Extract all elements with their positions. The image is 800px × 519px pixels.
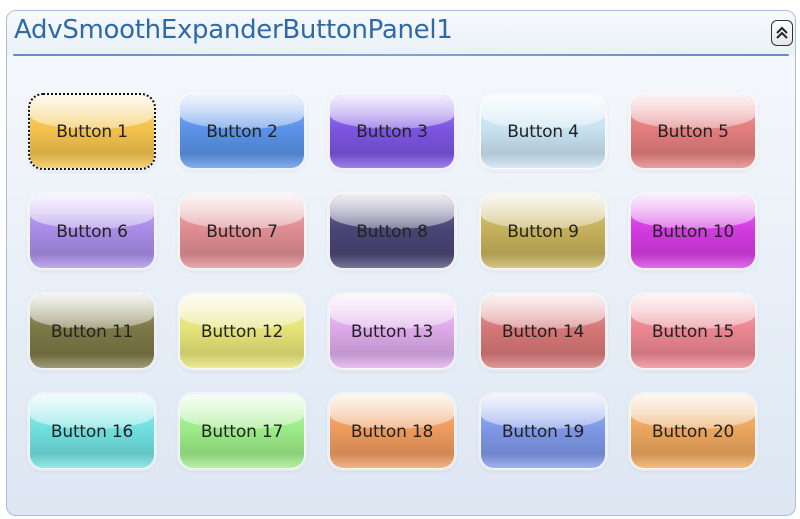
grid-button-17[interactable]: Button 17 (179, 394, 305, 469)
grid-button-15[interactable]: Button 15 (630, 294, 756, 369)
button-label: Button 17 (200, 421, 284, 442)
button-label: Button 14 (501, 321, 585, 342)
button-label: Button 12 (200, 321, 284, 342)
grid-button-13[interactable]: Button 13 (329, 294, 455, 369)
double-chevron-up-icon (776, 26, 788, 39)
button-label: Button 9 (507, 221, 579, 242)
grid-button-10[interactable]: Button 10 (630, 194, 756, 269)
grid-button-18[interactable]: Button 18 (329, 394, 455, 469)
button-label: Button 7 (206, 221, 278, 242)
grid-button-19[interactable]: Button 19 (480, 394, 606, 469)
button-label: Button 5 (657, 121, 729, 142)
button-label: Button 6 (56, 221, 128, 242)
button-label: Button 15 (651, 321, 735, 342)
grid-button-12[interactable]: Button 12 (179, 294, 305, 369)
button-label: Button 13 (350, 321, 434, 342)
button-label: Button 16 (50, 421, 134, 442)
button-label: Button 20 (651, 421, 735, 442)
grid-button-1[interactable]: Button 1 (28, 93, 156, 170)
button-label: Button 10 (651, 221, 735, 242)
grid-button-4[interactable]: Button 4 (480, 94, 606, 169)
grid-button-9[interactable]: Button 9 (480, 194, 606, 269)
header-divider (13, 54, 789, 56)
panel-title: AdvSmoothExpanderButtonPanel1 (14, 15, 453, 45)
grid-button-7[interactable]: Button 7 (179, 194, 305, 269)
grid-button-16[interactable]: Button 16 (29, 394, 155, 469)
grid-button-5[interactable]: Button 5 (630, 94, 756, 169)
button-label: Button 4 (507, 121, 579, 142)
button-label: Button 8 (356, 221, 428, 242)
button-label: Button 3 (356, 121, 428, 142)
expander-button-panel: AdvSmoothExpanderButtonPanel1 Button 1 Bu… (6, 10, 796, 516)
button-label: Button 11 (50, 321, 134, 342)
grid-button-11[interactable]: Button 11 (29, 294, 155, 369)
collapse-button[interactable] (771, 20, 793, 46)
button-label: Button 2 (206, 121, 278, 142)
grid-button-3[interactable]: Button 3 (329, 94, 455, 169)
button-label: Button 1 (56, 121, 128, 142)
button-label: Button 19 (501, 421, 585, 442)
button-label: Button 18 (350, 421, 434, 442)
grid-button-8[interactable]: Button 8 (329, 194, 455, 269)
panel-header[interactable]: AdvSmoothExpanderButtonPanel1 (7, 11, 795, 56)
grid-button-14[interactable]: Button 14 (480, 294, 606, 369)
grid-button-2[interactable]: Button 2 (179, 94, 305, 169)
grid-button-20[interactable]: Button 20 (630, 394, 756, 469)
grid-button-6[interactable]: Button 6 (29, 194, 155, 269)
